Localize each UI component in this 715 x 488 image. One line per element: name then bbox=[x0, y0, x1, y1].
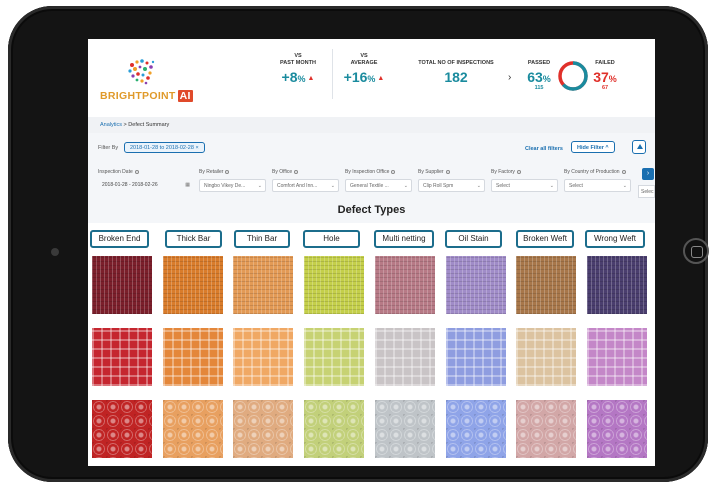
info-icon bbox=[445, 169, 450, 174]
clear-all-filters-link[interactable]: Clear all filters bbox=[525, 146, 563, 152]
date-range-chip[interactable]: 2018-01-28 to 2018-02-28 × bbox=[124, 142, 205, 153]
filter-retailer: By Retailer Ningbo Vikey De... ⌄ bbox=[199, 169, 266, 192]
defect-swatch-wrong-weft[interactable] bbox=[587, 256, 647, 314]
defect-type-button-thin-bar[interactable]: Thin Bar bbox=[234, 230, 290, 248]
defect-swatch-oil-stain[interactable] bbox=[446, 328, 506, 386]
defect-swatch-wrong-weft[interactable] bbox=[587, 400, 647, 458]
supplier-select[interactable]: Clip Roll Spm ⌄ bbox=[418, 179, 485, 192]
office-select[interactable]: Comfort And Inn... ⌄ bbox=[272, 179, 339, 192]
defect-swatch-hole[interactable] bbox=[304, 256, 364, 314]
chevron-down-icon: ⌄ bbox=[622, 183, 627, 189]
defect-types-title: Defect Types bbox=[337, 204, 406, 216]
info-icon bbox=[225, 169, 230, 174]
defect-swatch-thin-bar[interactable] bbox=[233, 256, 293, 314]
defect-swatch-hole[interactable] bbox=[304, 328, 364, 386]
info-icon bbox=[391, 169, 396, 174]
chevron-down-icon: ⌄ bbox=[476, 183, 481, 189]
pass-fail-donut-chart bbox=[558, 61, 588, 91]
stat-failed: FAILED 37% 67 bbox=[593, 60, 617, 91]
chevron-right-icon[interactable]: › bbox=[508, 72, 511, 83]
defect-swatch-broken-weft[interactable] bbox=[516, 400, 576, 458]
defect-type-button-hole[interactable]: Hole bbox=[303, 230, 360, 248]
chevron-down-icon: ⌄ bbox=[257, 183, 262, 189]
overflow-filter-select[interactable]: Selec bbox=[638, 185, 655, 198]
info-icon bbox=[516, 169, 521, 174]
inspection-date-range-input[interactable]: 2018-01-28 - 2018-02-26 ▦ bbox=[98, 179, 193, 192]
defect-swatch-thick-bar[interactable] bbox=[163, 328, 223, 386]
defect-swatch-thick-bar[interactable] bbox=[163, 400, 223, 458]
info-icon bbox=[134, 169, 139, 174]
filter-country-of-production: By Country of Production Select ⌄ bbox=[564, 169, 631, 192]
stat-vs-past-month: VS PAST MONTH +8% ▲ bbox=[280, 53, 316, 85]
defect-swatch-hole[interactable] bbox=[304, 400, 364, 458]
defect-swatch-wrong-weft[interactable] bbox=[587, 328, 647, 386]
info-icon bbox=[294, 169, 299, 174]
factory-select[interactable]: Select ⌄ bbox=[491, 179, 558, 192]
defect-swatch-broken-end[interactable] bbox=[92, 328, 152, 386]
defect-type-button-thick-bar[interactable]: Thick Bar bbox=[165, 230, 222, 248]
defect-swatch-broken-weft[interactable] bbox=[516, 256, 576, 314]
brain-logo-icon bbox=[128, 59, 155, 85]
defect-swatch-multi-netting[interactable] bbox=[375, 328, 435, 386]
defect-type-button-broken-weft[interactable]: Broken Weft bbox=[516, 230, 574, 248]
country-select[interactable]: Select ⌄ bbox=[564, 179, 631, 192]
defect-type-button-broken-end[interactable]: Broken End bbox=[90, 230, 149, 248]
chevron-down-icon: ⌄ bbox=[403, 183, 408, 189]
defect-swatch-broken-weft[interactable] bbox=[516, 328, 576, 386]
camera-dot bbox=[51, 248, 59, 256]
filter-factory: By Factory Select ⌄ bbox=[491, 169, 558, 192]
retailer-select[interactable]: Ningbo Vikey De... ⌄ bbox=[199, 179, 266, 192]
export-icon[interactable] bbox=[632, 140, 646, 154]
dashboard-header: BRIGHTPOINT AI VS PAST MONTH +8% ▲ VS AVER… bbox=[88, 39, 655, 114]
breadcrumb-analytics[interactable]: Analytics bbox=[100, 122, 122, 128]
filter-supplier: By Supplier Clip Roll Spm ⌄ bbox=[418, 169, 485, 192]
header-divider bbox=[332, 49, 333, 99]
trend-up-icon: ▲ bbox=[377, 75, 385, 82]
home-button[interactable] bbox=[683, 238, 709, 264]
calendar-icon[interactable]: ▦ bbox=[185, 182, 190, 188]
defect-swatch-thin-bar[interactable] bbox=[233, 400, 293, 458]
defect-swatch-multi-netting[interactable] bbox=[375, 256, 435, 314]
filter-inspection-date: Inspection Date 2018-01-28 - 2018-02-26 ▦ bbox=[98, 169, 193, 192]
defect-swatch-thin-bar[interactable] bbox=[233, 328, 293, 386]
defect-type-button-multi-netting[interactable]: Multi netting bbox=[374, 230, 434, 248]
trend-up-icon: ▲ bbox=[307, 75, 315, 82]
brand-name: BRIGHTPOINT AI bbox=[100, 90, 193, 102]
chevron-right-icon[interactable]: › bbox=[642, 168, 654, 180]
hide-filter-button[interactable]: Hide Filter ^ bbox=[571, 141, 615, 153]
stat-vs-average: VS AVERAGE +16% ▲ bbox=[343, 53, 385, 85]
defect-swatch-oil-stain[interactable] bbox=[446, 256, 506, 314]
filter-office: By Office Comfort And Inn... ⌄ bbox=[272, 169, 339, 192]
defect-swatch-multi-netting[interactable] bbox=[375, 400, 435, 458]
tablet-frame: BRIGHTPOINT AI VS PAST MONTH +8% ▲ VS AVER… bbox=[8, 6, 709, 482]
defect-swatch-thick-bar[interactable] bbox=[163, 256, 223, 314]
breadcrumb: Analytics > Defect Summary bbox=[88, 117, 655, 133]
chevron-down-icon: ⌄ bbox=[330, 183, 335, 189]
defect-type-button-wrong-weft[interactable]: Wrong Weft bbox=[585, 230, 645, 248]
chevron-down-icon: ⌄ bbox=[549, 183, 554, 189]
info-icon bbox=[621, 169, 626, 174]
defect-swatch-oil-stain[interactable] bbox=[446, 400, 506, 458]
app-screen: BRIGHTPOINT AI VS PAST MONTH +8% ▲ VS AVER… bbox=[88, 39, 655, 466]
stat-passed: PASSED 63% 115 bbox=[527, 60, 551, 91]
defect-type-button-oil-stain[interactable]: Oil Stain bbox=[445, 230, 502, 248]
brand-logo[interactable]: BRIGHTPOINT AI bbox=[100, 57, 193, 105]
filter-inspection-office: By Inspection Office General Textile ...… bbox=[345, 169, 412, 192]
stat-total-inspections: TOTAL NO OF INSPECTIONS 182 bbox=[418, 60, 494, 85]
inspection-office-select[interactable]: General Textile ... ⌄ bbox=[345, 179, 412, 192]
breadcrumb-current: Defect Summary bbox=[128, 122, 170, 128]
defect-swatch-broken-end[interactable] bbox=[92, 400, 152, 458]
filter-by-label: Filter By bbox=[98, 145, 119, 151]
defect-swatch-broken-end[interactable] bbox=[92, 256, 152, 314]
